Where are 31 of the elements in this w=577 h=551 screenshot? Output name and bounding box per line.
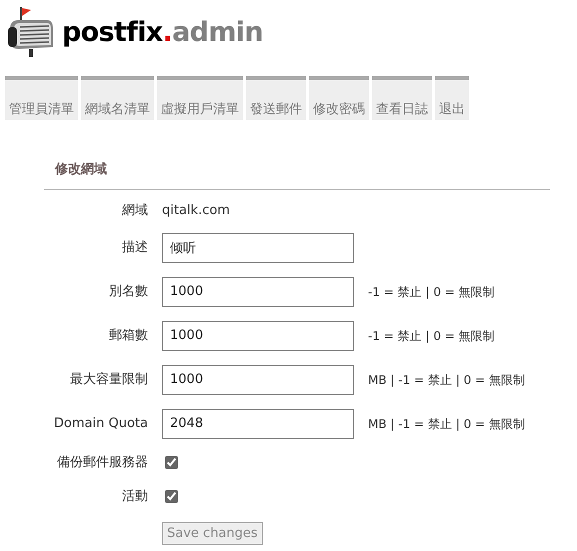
nav-tab[interactable]: 網域名清單 [81, 76, 154, 120]
field-label: 最大容量限制 [69, 370, 148, 389]
field-hint: -1 = 禁止 | 0 = 無限制 [368, 328, 495, 344]
checkbox[interactable] [165, 456, 178, 469]
form-title: 修改網域 [55, 161, 108, 179]
mailbox-icon [7, 7, 53, 57]
text-field[interactable]: 1000 [162, 276, 354, 306]
nav-tab[interactable]: 查看日誌 [372, 76, 432, 120]
field-label: Domain Quota [52, 414, 148, 433]
nav-tab[interactable]: 發送郵件 [246, 76, 306, 120]
field-label: 郵箱數 [108, 326, 148, 345]
field-hint: MB | -1 = 禁止 | 0 = 無限制 [368, 372, 525, 388]
nav-tab[interactable]: 退出 [435, 76, 469, 120]
text-field[interactable]: 1000 [162, 364, 354, 394]
field-label: 活動 [121, 488, 148, 506]
checkbox[interactable] [165, 490, 178, 503]
text-field[interactable]: 2048 [162, 408, 354, 438]
field-label: 備份郵件服務器 [56, 454, 148, 472]
text-field[interactable]: 1000 [162, 320, 354, 350]
field-hint: -1 = 禁止 | 0 = 無限制 [368, 284, 495, 300]
nav-tab[interactable]: 管理員清單 [5, 76, 78, 120]
field-hint: MB | -1 = 禁止 | 0 = 無限制 [368, 416, 525, 432]
nav-tab[interactable]: 修改密碼 [309, 76, 369, 120]
nav-tab[interactable]: 虛擬用戶清單 [157, 76, 243, 120]
field-value: qitalk.com [162, 202, 230, 220]
field-label: 描述 [121, 238, 148, 257]
text-field[interactable]: 倾听 [162, 232, 354, 262]
field-label: 別名數 [108, 282, 148, 301]
save-button[interactable]: Save changes [162, 522, 263, 544]
field-label: 網域 [121, 202, 148, 220]
logo-text: postfix.admin [62, 18, 263, 46]
